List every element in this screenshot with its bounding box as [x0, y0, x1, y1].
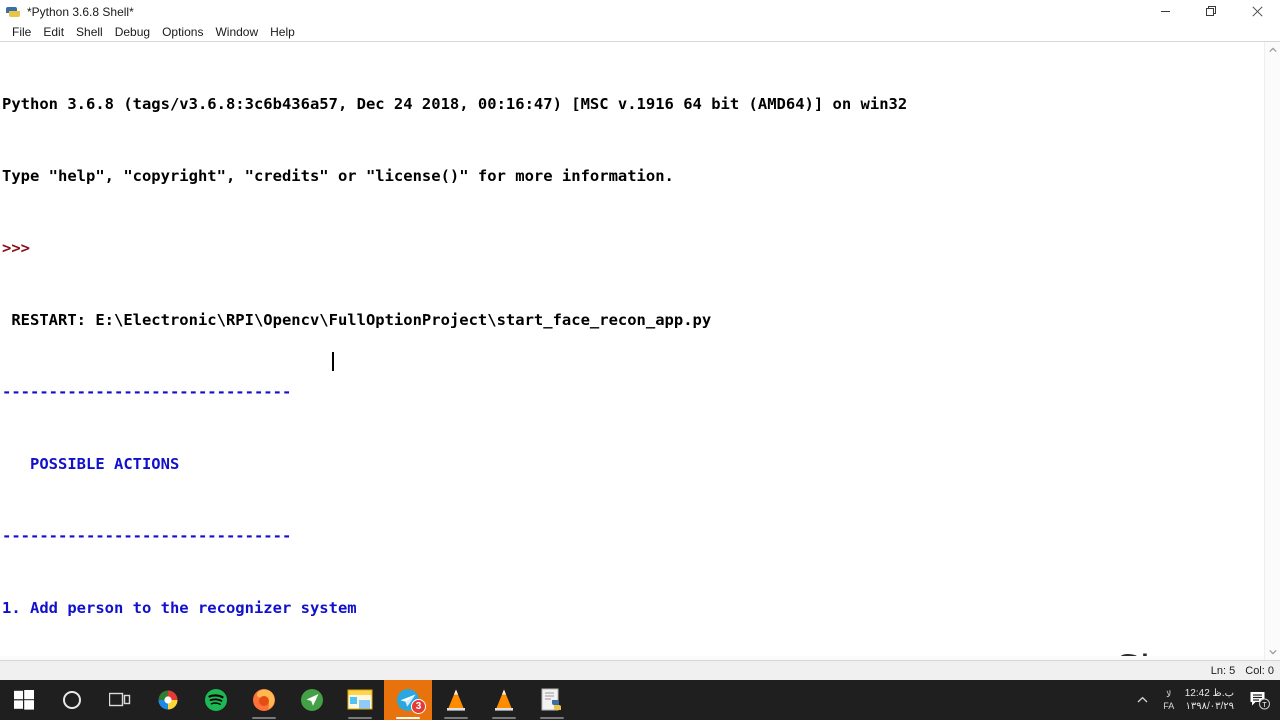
menu-debug[interactable]: Debug [109, 24, 156, 40]
scroll-up-icon[interactable] [1265, 42, 1280, 58]
windows-taskbar: 3 لا FA 12:42 ب.ظ ۱۳۹۸/۰۳/۲۹ T [0, 680, 1280, 720]
language-top-label: لا [1166, 689, 1172, 699]
shell-line: ------------------------------- [2, 527, 292, 545]
python-idle-icon [5, 4, 21, 20]
status-bar: Ln: 5 Col: 0 [0, 660, 1280, 680]
clock-and-date[interactable]: 12:42 ب.ظ ۱۳۹۸/۰۳/۲۹ [1181, 680, 1242, 720]
shell-line: POSSIBLE ACTIONS [2, 455, 180, 473]
idle-shell-window: *Python 3.6.8 Shell* File Edit Shell Deb… [0, 0, 1280, 720]
language-bottom-label: FA [1163, 701, 1175, 711]
menu-edit[interactable]: Edit [37, 24, 70, 40]
shell-line: 1. Add person to the recognizer system [2, 599, 357, 617]
taskbar-app-photos[interactable] [144, 680, 192, 720]
tray-time: 12:42 ب.ظ [1184, 687, 1234, 699]
status-column-number: Col: 0 [1245, 664, 1274, 677]
restore-button[interactable] [1188, 0, 1234, 23]
shell-line: Type "help", "copyright", "credits" or "… [2, 167, 674, 185]
shell-prompt: >>> [2, 239, 30, 257]
status-line-number: Ln: 5 [1210, 664, 1236, 677]
start-button[interactable] [0, 680, 48, 720]
shell-line: Python 3.6.8 (tags/v3.6.8:3c6b436a57, De… [2, 95, 908, 113]
task-view-button[interactable] [96, 680, 144, 720]
shell-output: Python 3.6.8 (tags/v3.6.8:3c6b436a57, De… [2, 44, 907, 660]
language-indicator[interactable]: لا FA [1157, 680, 1181, 720]
taskbar-app-spotify[interactable] [192, 680, 240, 720]
close-button[interactable] [1234, 0, 1280, 23]
text-caret [332, 352, 334, 371]
system-tray: لا FA 12:42 ب.ظ ۱۳۹۸/۰۳/۲۹ T [1129, 680, 1280, 720]
svg-text:T: T [1262, 702, 1267, 709]
action-center-icon[interactable]: T [1242, 680, 1278, 720]
menu-options[interactable]: Options [156, 24, 209, 40]
shell-line: ------------------------------- [2, 383, 292, 401]
taskbar-app-store[interactable] [336, 680, 384, 720]
taskbar-app-vlc-2[interactable] [480, 680, 528, 720]
shell-restart-line: RESTART: E:\Electronic\RPI\Opencv\FullOp… [2, 311, 712, 329]
show-hidden-icons-chevron[interactable] [1129, 680, 1157, 720]
taskbar-app-vlc-1[interactable] [432, 680, 480, 720]
tray-date: ۱۳۹۸/۰۳/۲۹ [1185, 700, 1234, 712]
taskbar-app-firefox[interactable] [240, 680, 288, 720]
menu-shell[interactable]: Shell [70, 24, 109, 40]
vertical-scrollbar[interactable] [1264, 42, 1280, 660]
menu-help[interactable]: Help [264, 24, 301, 40]
taskbar-app-telegram[interactable]: 3 [384, 680, 432, 720]
menu-window[interactable]: Window [209, 24, 264, 40]
minimize-button[interactable] [1142, 0, 1188, 23]
telegram-unread-badge: 3 [411, 699, 426, 714]
cortana-button[interactable] [48, 680, 96, 720]
scroll-down-icon[interactable] [1265, 644, 1280, 660]
shell-text-area[interactable]: Python 3.6.8 (tags/v3.6.8:3c6b436a57, De… [0, 42, 1280, 660]
menu-file[interactable]: File [6, 24, 37, 40]
menu-bar: File Edit Shell Debug Options Window Hel… [0, 23, 1280, 42]
title-bar: *Python 3.6.8 Shell* [0, 0, 1280, 23]
window-title: *Python 3.6.8 Shell* [27, 4, 134, 19]
taskbar-app-navigation[interactable] [288, 680, 336, 720]
taskbar-app-idle[interactable] [528, 680, 576, 720]
